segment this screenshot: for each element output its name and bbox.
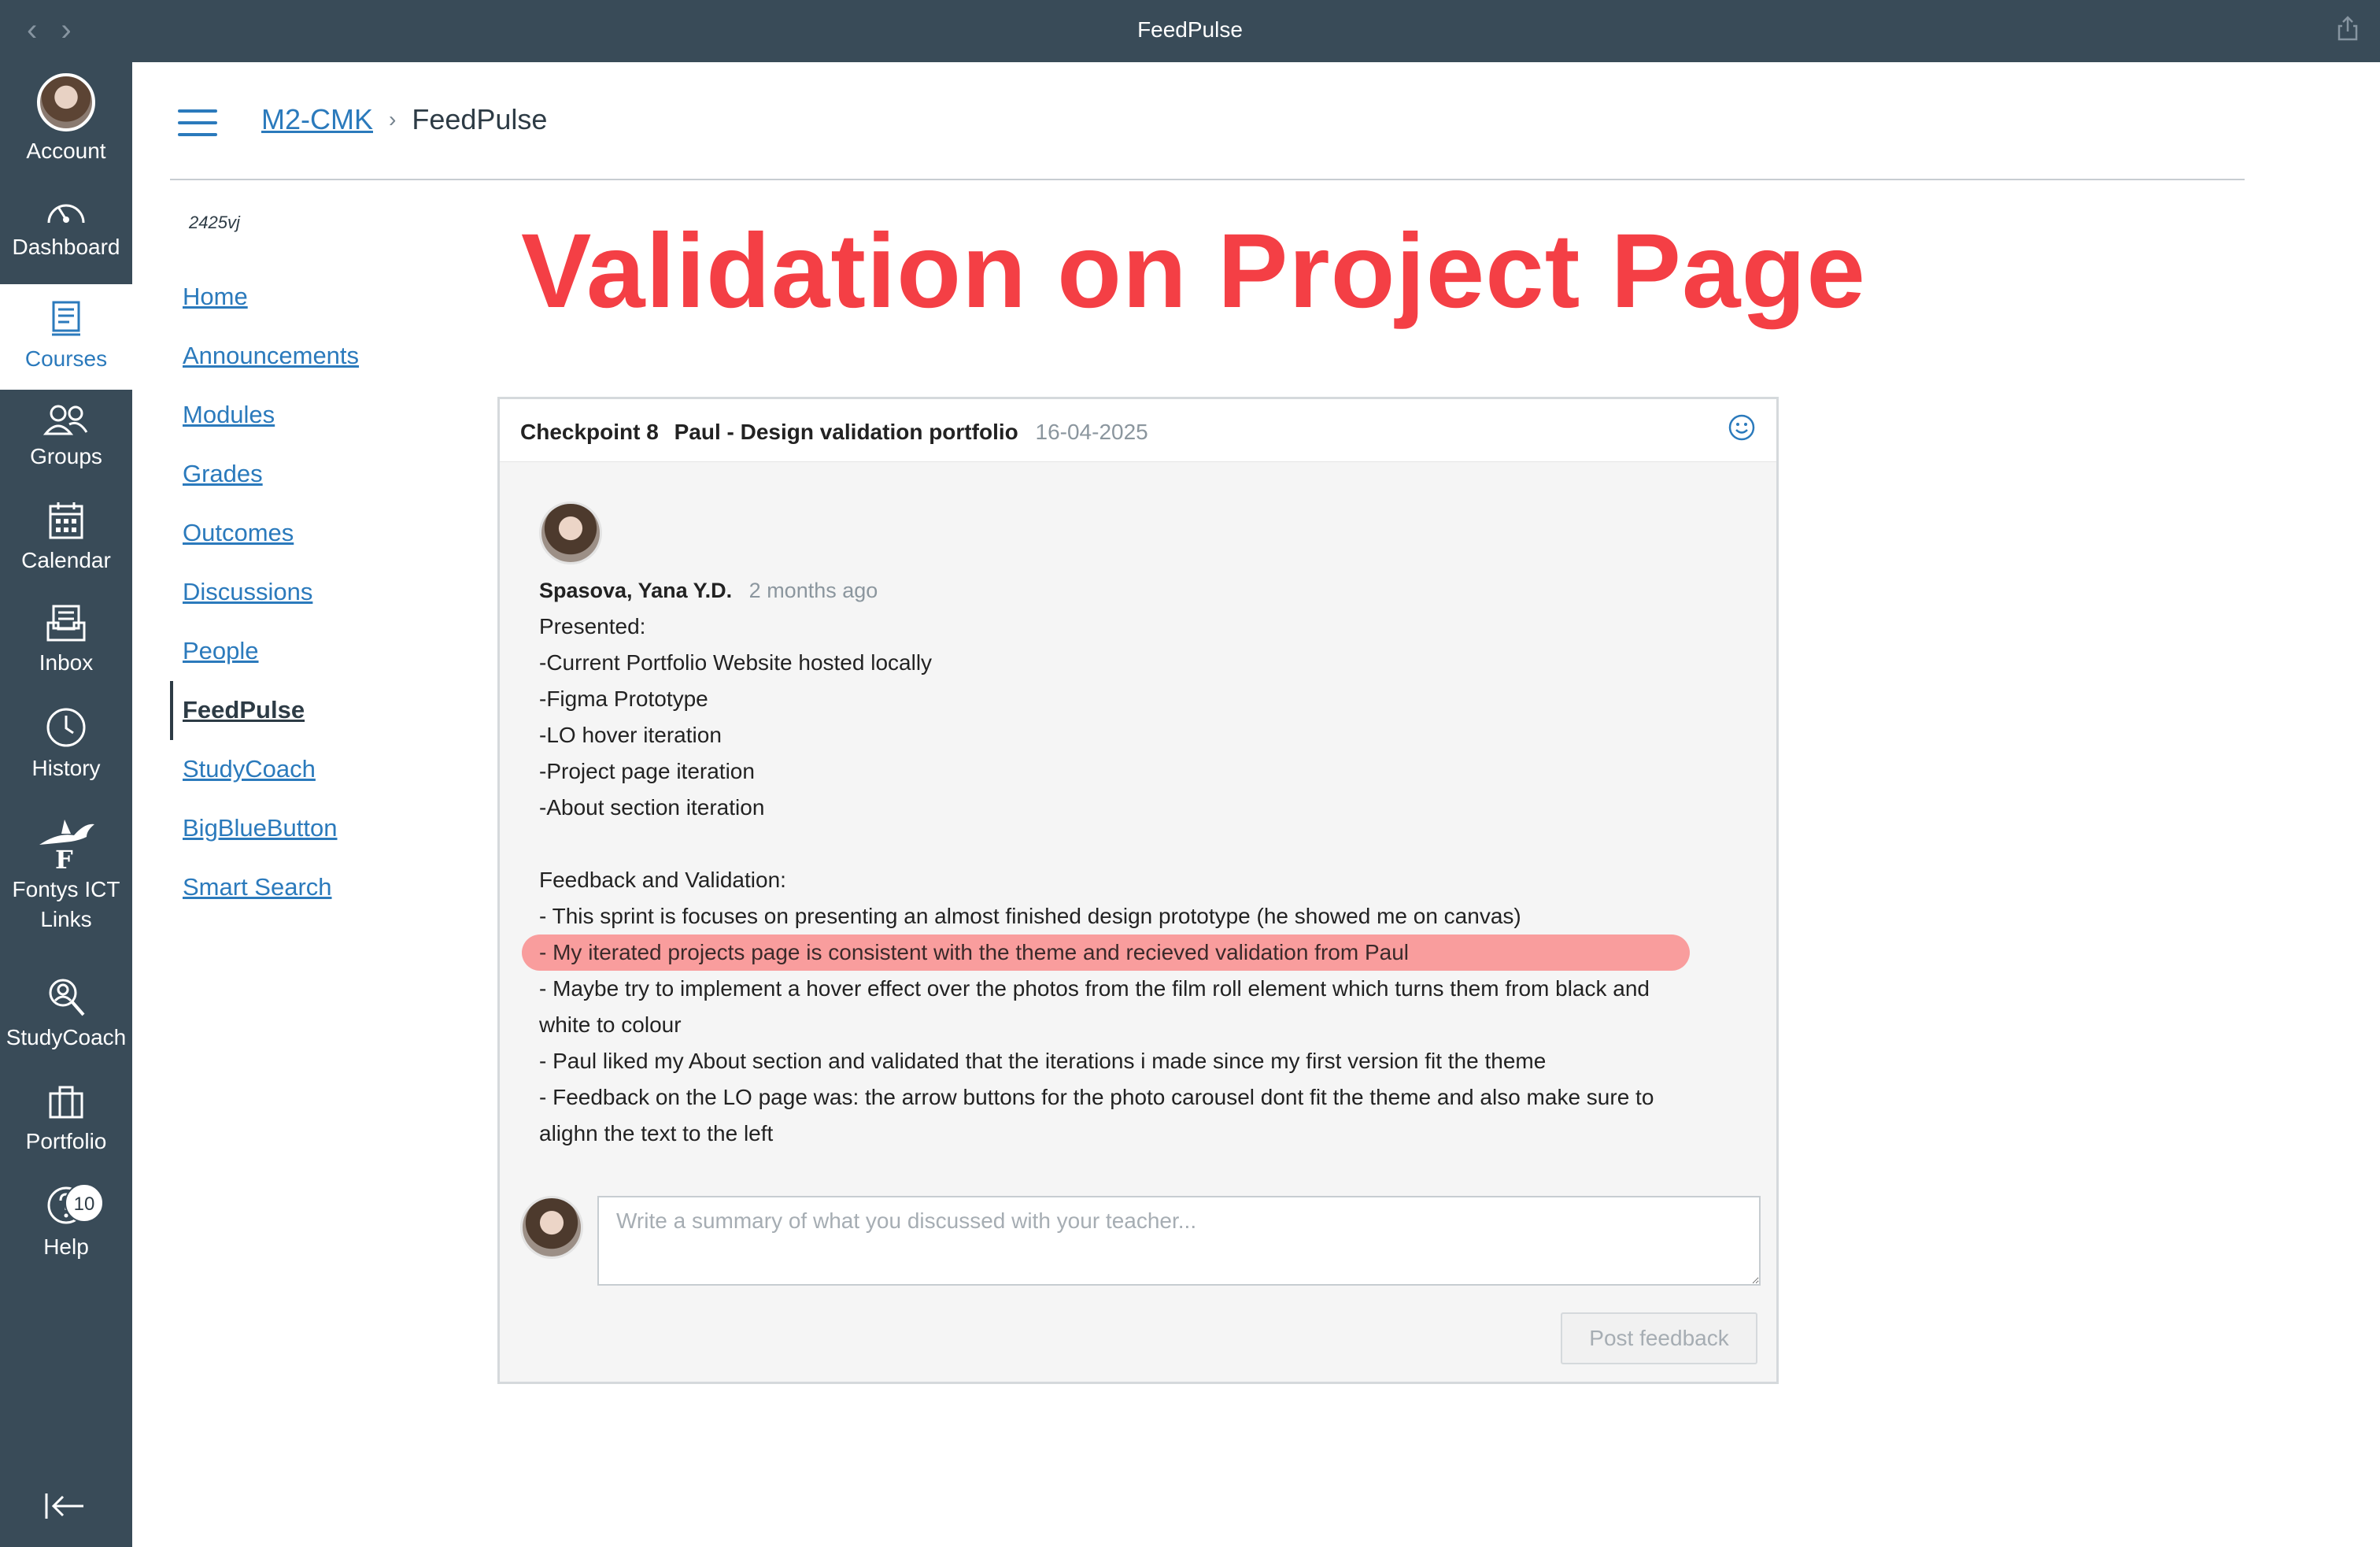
comment-line: -Project page iteration [539,759,755,783]
courses-icon [52,301,80,336]
global-nav-history[interactable]: History [0,706,132,783]
course-code: 2425vj [189,213,240,232]
history-icon [46,708,86,747]
breadcrumb-current: FeedPulse [412,103,548,135]
checkpoint-card: Checkpoint 8 Paul - Design validation po… [497,397,1779,1384]
comment-avatar [539,501,602,564]
global-nav-label: Courses [24,346,108,371]
checkpoint-date: 16-04-2025 [1035,420,1148,444]
global-nav-studycoach[interactable]: StudyCoach [0,977,132,1053]
course-nav-bigbluebutton[interactable]: BigBlueButton [170,799,469,858]
window-titlebar: ‹ › FeedPulse [0,0,2380,62]
checkpoint-title: Paul - Design validation portfolio [674,420,1018,444]
smiley-icon[interactable] [1728,413,1756,442]
global-nav-dashboard[interactable]: Dashboard [0,193,132,262]
comment-line: alighn the text to the left [539,1121,774,1145]
course-nav-feedpulse[interactable]: FeedPulse [170,681,469,740]
comment-line: -About section iteration [539,795,765,820]
comment-line: - Maybe try to implement a hover effect … [539,976,1650,1001]
global-nav-label: StudyCoach [6,1025,127,1049]
course-nav-home[interactable]: Home [170,268,469,327]
global-nav-account[interactable]: Account [0,73,132,166]
comment-meta: Spasova, Yana Y.D. 2 months ago [539,572,1751,609]
hamburger-menu-icon[interactable] [178,109,217,136]
highlighted-comment-line: - My iterated projects page is consisten… [522,934,1690,971]
groups-icon [42,405,88,435]
global-nav-calendar[interactable]: Calendar [0,500,132,575]
comment-line: Presented: [539,614,646,638]
global-nav-label: Inbox [39,650,94,675]
page-header: M2-CMK › FeedPulse [170,62,2245,180]
svg-text:F: F [55,845,73,875]
fontys-icon: F [39,820,94,875]
course-nav-modules[interactable]: Modules [170,386,469,445]
studycoach-icon [49,979,85,1016]
global-nav-label: Account [26,139,106,163]
comment-line: - Feedback on the LO page was: the arrow… [539,1085,1654,1109]
comment-line: Feedback and Validation: [539,868,786,892]
comment-author: Spasova, Yana Y.D. [539,579,733,602]
course-nav-people[interactable]: People [170,622,469,681]
comment-line: - Paul liked my About section and valida… [539,1049,1547,1073]
global-nav-label: Fontys ICT Links [12,877,120,931]
course-navigation: 2425vj Home Announcements Modules Grades… [170,213,469,917]
global-nav-courses[interactable]: Courses [0,284,132,390]
global-navigation: Account Dashboard Courses Groups Calenda… [0,62,132,1547]
comment-line: - This sprint is focuses on presenting a… [539,904,1521,928]
global-nav-portfolio[interactable]: Portfolio [0,1083,132,1157]
comment-line [539,826,1751,862]
breadcrumb-course-link[interactable]: M2-CMK [261,103,373,136]
post-feedback-button[interactable]: Post feedback [1561,1312,1757,1364]
feedback-summary-input[interactable] [597,1196,1761,1286]
breadcrumb: M2-CMK › FeedPulse [261,103,547,136]
global-nav-label: History [31,756,101,780]
global-nav-label: Calendar [21,548,111,572]
global-nav-label: Groups [30,444,102,468]
portfolio-icon [49,1086,83,1119]
course-nav-outcomes[interactable]: Outcomes [170,504,469,563]
collapse-nav-icon[interactable] [44,1490,87,1522]
course-nav-smart-search[interactable]: Smart Search [170,858,469,917]
comment-body: Presented: -Current Portfolio Website ho… [522,609,1751,1152]
dashboard-icon [47,204,85,224]
global-nav-groups[interactable]: Groups [0,402,132,472]
share-icon[interactable] [2338,16,2358,41]
global-nav-help[interactable]: 10 Help [0,1183,132,1262]
calendar-icon [49,502,83,539]
checkpoint-number: Checkpoint 8 [520,420,659,444]
feedback-comment: Spasova, Yana Y.D. 2 months ago Presente… [522,501,1751,1152]
account-avatar [37,73,95,131]
global-nav-fontys-links[interactable]: F Fontys ICT Links [0,812,132,934]
global-nav-label: Dashboard [12,235,120,259]
global-nav-label: Help [43,1234,89,1259]
comment-line: white to colour [539,1012,682,1037]
reply-avatar [520,1196,583,1259]
global-nav-inbox[interactable]: Inbox [0,604,132,678]
page-heading: Validation on Project Page [521,213,1866,330]
window-title: FeedPulse [1137,17,1243,42]
comment-line: -Figma Prototype [539,687,708,711]
course-nav-grades[interactable]: Grades [170,445,469,504]
comment-line: -LO hover iteration [539,723,722,747]
checkpoint-header: Checkpoint 8 Paul - Design validation po… [500,399,1776,462]
course-nav-announcements[interactable]: Announcements [170,327,469,386]
global-nav-label: Portfolio [25,1129,107,1153]
help-badge: 10 [65,1183,104,1223]
course-nav-studycoach[interactable]: StudyCoach [170,740,469,799]
breadcrumb-separator-icon: › [389,107,397,131]
inbox-icon [46,605,86,642]
comment-time: 2 months ago [748,579,878,602]
course-nav-discussions[interactable]: Discussions [170,563,469,622]
comment-line: -Current Portfolio Website hosted locall… [539,650,933,675]
